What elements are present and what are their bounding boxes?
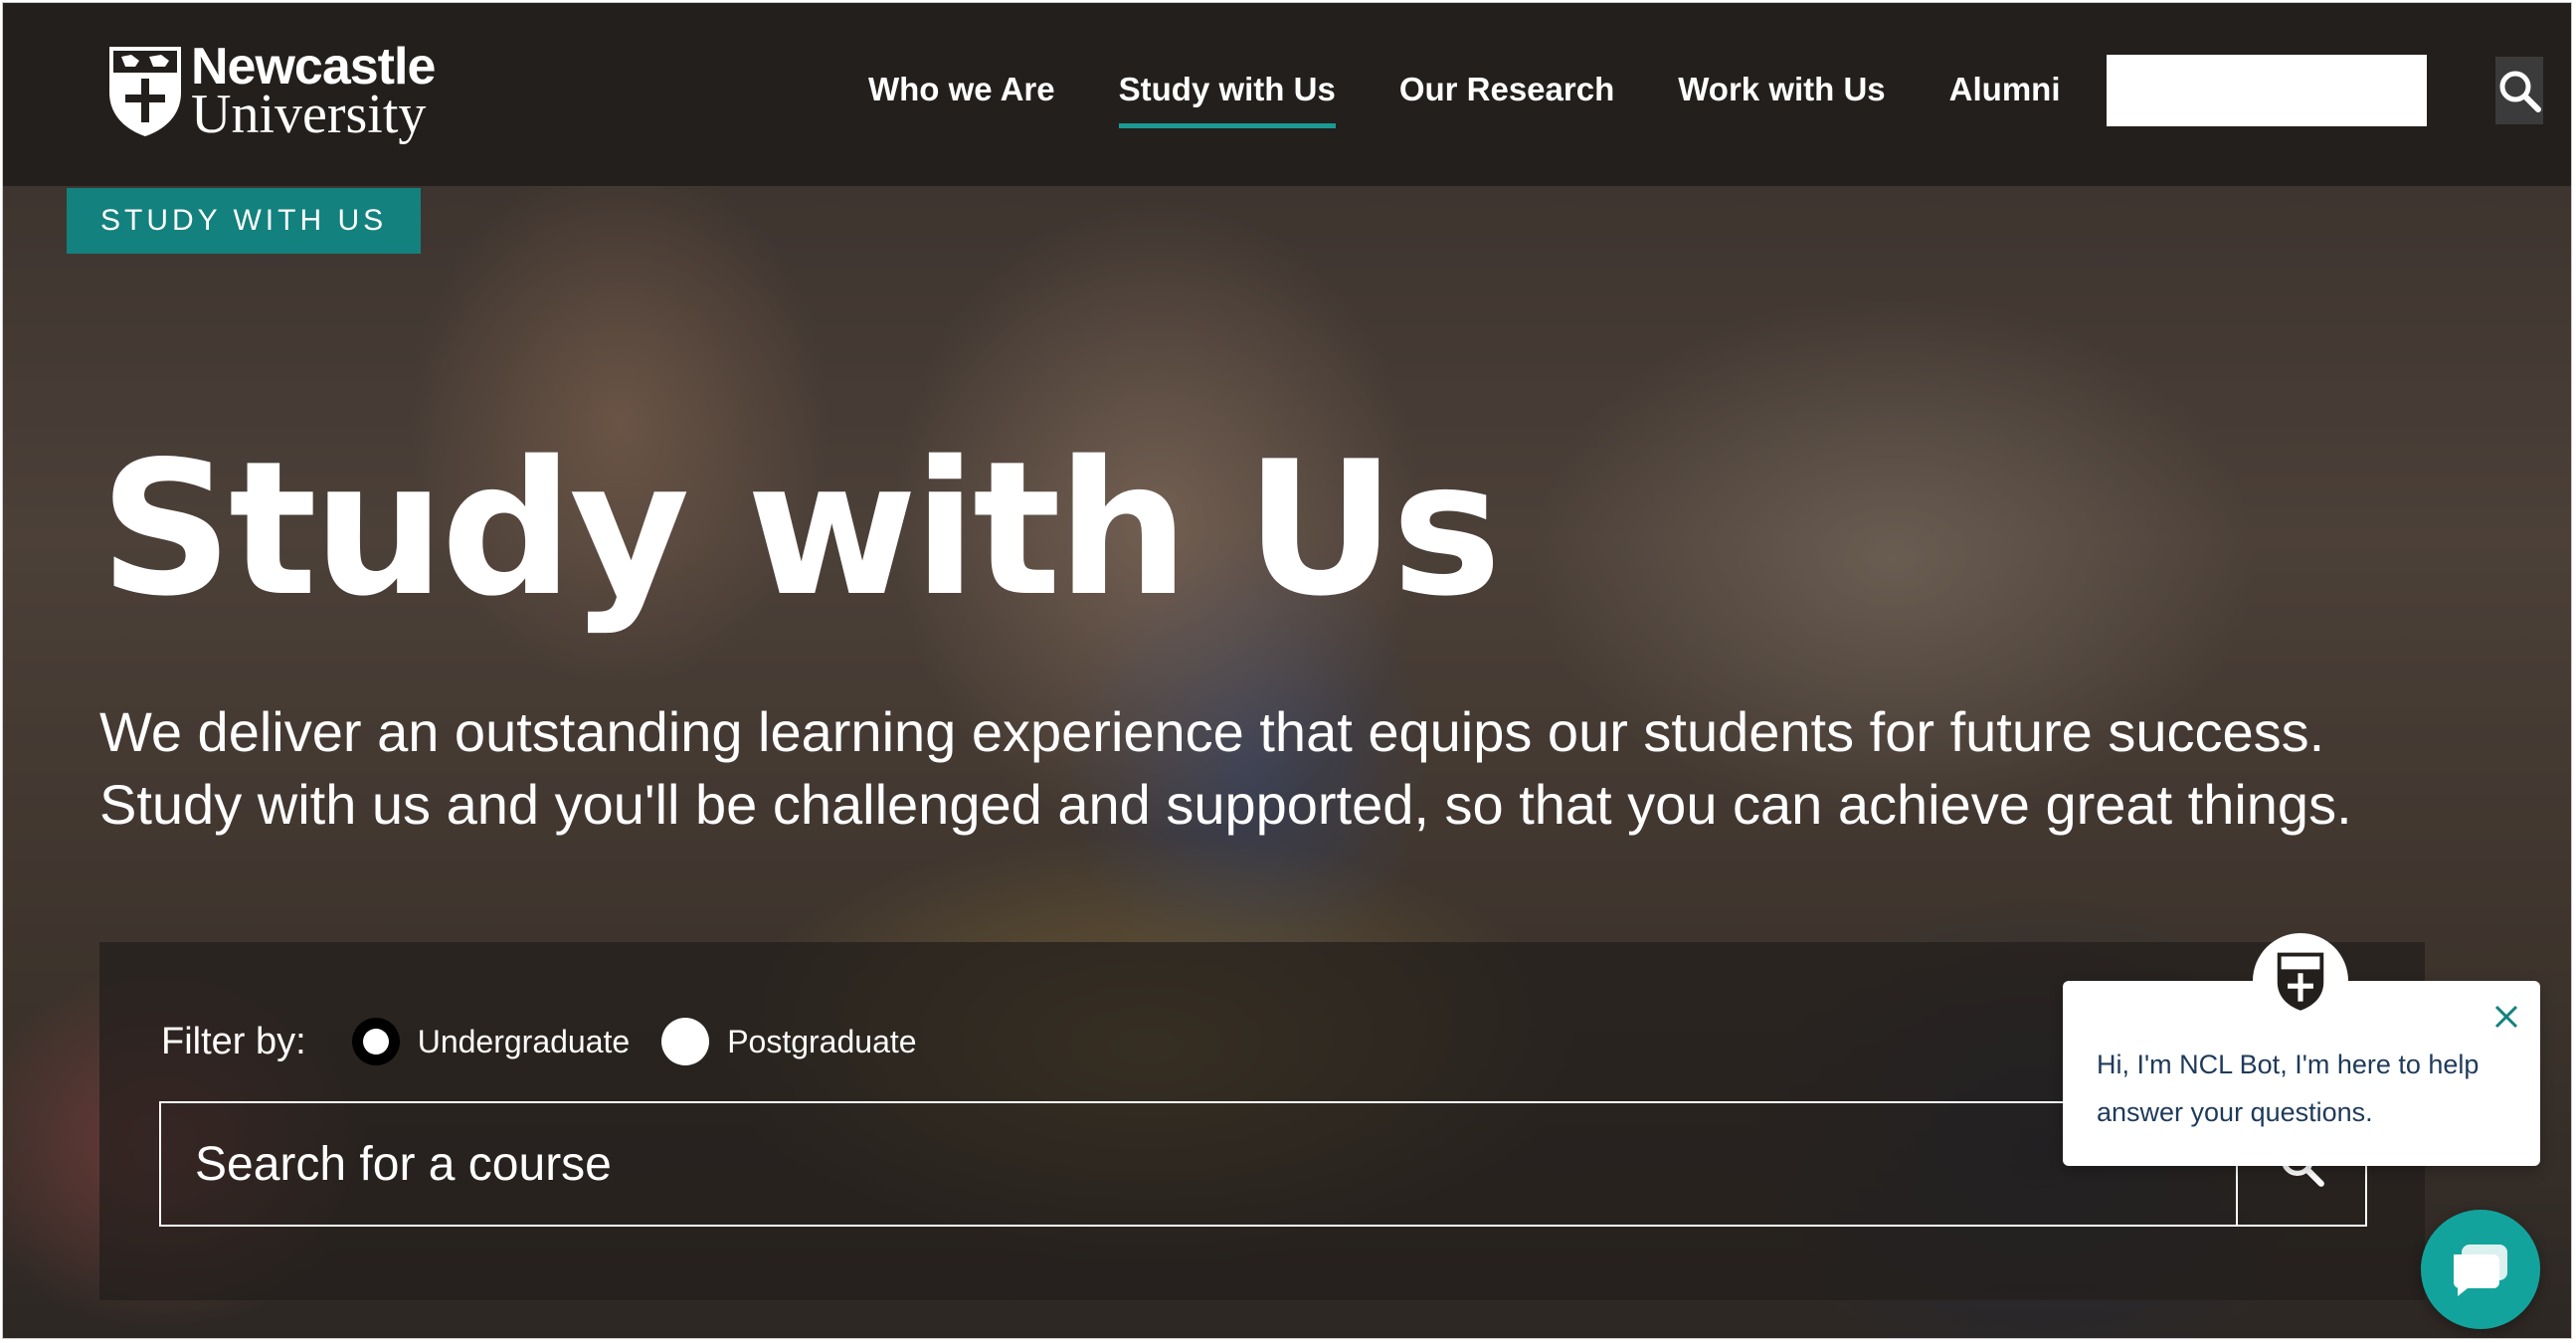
hero-description: We deliver an outstanding learning exper…	[99, 700, 2352, 836]
site-header: Newcastle University Who we Are Study wi…	[3, 3, 2571, 186]
search-icon	[2499, 71, 2541, 112]
chatbot-avatar	[2253, 933, 2348, 1029]
course-search-input[interactable]	[161, 1103, 2236, 1225]
shield-crest-icon	[2277, 952, 2324, 1011]
radio-undergraduate-label: Undergraduate	[417, 1023, 631, 1059]
site-search-input[interactable]	[2109, 57, 2495, 124]
nav-alumni[interactable]: Alumni	[1949, 71, 2061, 128]
nav-work-with-us[interactable]: Work with Us	[1678, 71, 1885, 128]
page-title: Study with Us	[99, 421, 1502, 637]
filter-label: Filter by:	[161, 1020, 306, 1062]
site-search	[2107, 55, 2543, 126]
close-icon[interactable]	[2492, 1003, 2520, 1031]
radio-postgraduate-label: Postgraduate	[727, 1023, 917, 1059]
site-search-button[interactable]	[2495, 57, 2543, 124]
filter-postgraduate[interactable]: Postgraduate	[661, 1018, 917, 1065]
page-frame: Newcastle University Who we Are Study wi…	[2, 2, 2572, 1339]
chat-launcher-button[interactable]	[2421, 1210, 2540, 1329]
filter-row: Filter by: Undergraduate Postgraduate	[161, 1018, 949, 1065]
logo-name-line2: University	[191, 84, 427, 145]
shield-crest-icon	[109, 47, 181, 136]
nav-who-we-are[interactable]: Who we Are	[868, 71, 1055, 128]
course-search-field	[159, 1101, 2367, 1227]
nav-our-research[interactable]: Our Research	[1399, 71, 1614, 128]
chat-icon	[2454, 1245, 2507, 1296]
radio-postgraduate[interactable]	[661, 1018, 710, 1065]
radio-undergraduate[interactable]	[351, 1018, 400, 1065]
main-navigation: Who we Are Study with Us Our Research Wo…	[868, 71, 2124, 128]
section-tag: STUDY WITH US	[67, 188, 422, 254]
filter-undergraduate[interactable]: Undergraduate	[351, 1018, 631, 1065]
chatbot-message-text: Hi, I'm NCL Bot, I'm here to help answer…	[2097, 1050, 2480, 1127]
nav-study-with-us[interactable]: Study with Us	[1118, 71, 1337, 128]
university-logo[interactable]: Newcastle University	[105, 41, 463, 147]
